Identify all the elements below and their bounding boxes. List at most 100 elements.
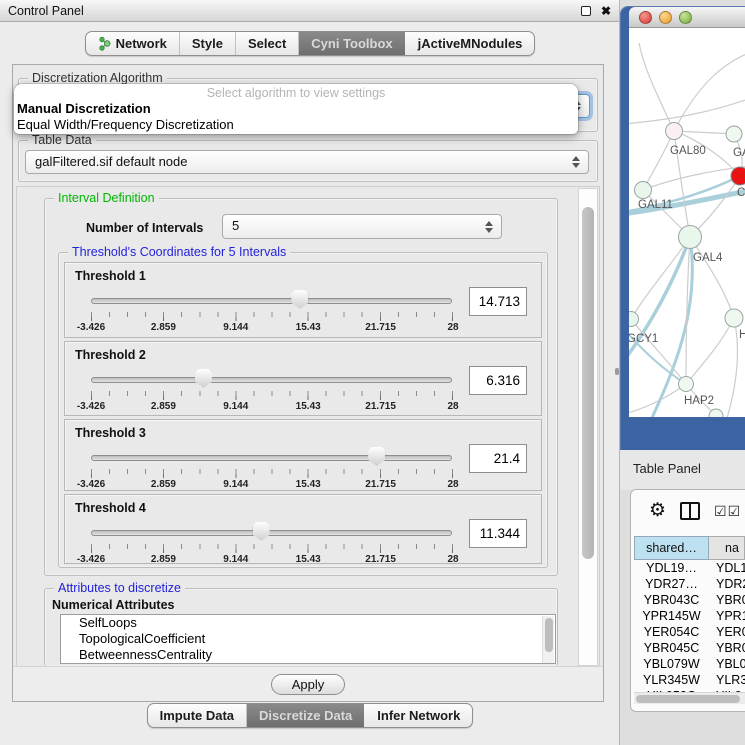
network-node-partial-top-right[interactable] — [726, 126, 742, 142]
settings-vertical-scrollbar[interactable] — [578, 188, 598, 666]
split-columns-icon[interactable] — [680, 502, 700, 520]
apply-button[interactable]: Apply — [271, 674, 346, 695]
gear-icon[interactable]: ⚙ — [649, 501, 666, 521]
table-cell[interactable]: YLR345W — [634, 672, 709, 688]
minimize-traffic-light[interactable] — [659, 11, 672, 24]
scrollbar-thumb[interactable] — [636, 695, 740, 703]
table-cell[interactable]: YER0 — [709, 624, 745, 640]
slider-track[interactable] — [91, 298, 452, 304]
table-row[interactable]: YDR27…YDR2 — [634, 576, 745, 592]
tick-label: -3.426 — [77, 401, 105, 412]
tab-infer-network[interactable]: Infer Network — [364, 704, 472, 727]
table-horizontal-scrollbar[interactable] — [634, 692, 745, 704]
table-cell[interactable]: YDL19… — [634, 560, 709, 576]
table-cell[interactable]: YBL079W — [634, 656, 709, 672]
scrollbar-thumb[interactable] — [545, 618, 553, 652]
panel-divider-handle[interactable] — [615, 368, 619, 375]
table-row[interactable]: YDL19…YDL1 — [634, 560, 745, 576]
table-cell[interactable]: YBL0 — [709, 656, 745, 672]
list-item[interactable]: TopologicalCoefficient — [61, 631, 555, 647]
node-label-partial: GA — [733, 147, 745, 159]
table-cell[interactable]: YBR0 — [709, 592, 745, 608]
list-vertical-scrollbar[interactable] — [542, 616, 554, 664]
slider-thumb[interactable] — [291, 290, 308, 309]
table-cell[interactable]: YDR27… — [634, 576, 709, 592]
table-cell[interactable]: YPR1 — [709, 608, 745, 624]
table-cell[interactable]: YBR0 — [709, 640, 745, 656]
close-traffic-light[interactable] — [639, 11, 652, 24]
slider-track[interactable] — [91, 455, 452, 461]
threshold-3-value-input[interactable] — [469, 444, 527, 473]
table-row[interactable]: YBL079WYBL0 — [634, 656, 745, 672]
table-cell[interactable]: YPR145W — [634, 608, 709, 624]
number-of-intervals-combobox[interactable]: 5 — [222, 214, 502, 239]
list-item[interactable]: SelfLoops — [61, 615, 555, 631]
threshold-1-slider[interactable]: -3.426 2.859 9.144 15.43 21.715 28 — [91, 289, 452, 333]
tab-select[interactable]: Select — [235, 32, 298, 55]
tab-network[interactable]: Network — [86, 32, 179, 55]
table-row[interactable]: YPR145WYPR1 — [634, 608, 745, 624]
threshold-4-panel: Threshold 4 -3.426 2.859 9.144 15.43 21.… — [64, 494, 542, 564]
column-header-name[interactable]: na — [709, 536, 745, 560]
threshold-4-slider[interactable]: -3.426 2.859 9.144 15.43 21.715 28 — [91, 521, 452, 565]
network-node-red-selected[interactable] — [731, 167, 745, 185]
network-canvas[interactable]: GAL80 GA C GAL11 GAL4 GCY1 H HAP2 — [629, 28, 745, 417]
apply-strip: Apply — [13, 666, 603, 701]
combo-arrows-icon — [485, 221, 493, 233]
close-icon[interactable]: ✖ — [601, 6, 611, 16]
control-panel: Control Panel ✖ Network — [0, 0, 620, 745]
tick-label: 21.715 — [365, 479, 396, 490]
table-row[interactable]: YBR043CYBR0 — [634, 592, 745, 608]
slider-track[interactable] — [91, 530, 452, 536]
slider-thumb[interactable] — [253, 522, 270, 541]
threshold-1-value-input[interactable] — [469, 287, 527, 316]
network-node-gal4[interactable] — [679, 226, 702, 249]
column-header-shared-name[interactable]: shared… — [634, 536, 709, 560]
network-node-gal80[interactable] — [666, 123, 683, 140]
table-header-row: shared… na — [634, 536, 745, 560]
slider-track[interactable] — [91, 377, 452, 383]
threshold-3-slider[interactable]: -3.426 2.859 9.144 15.43 21.715 28 — [91, 446, 452, 490]
network-node-gal11[interactable] — [635, 182, 652, 199]
list-item[interactable]: BetweennessCentrality — [61, 647, 555, 663]
table-cell[interactable]: YDL1 — [709, 560, 745, 576]
table-row[interactable]: YBR045CYBR0 — [634, 640, 745, 656]
node-label-hap2: HAP2 — [684, 395, 714, 407]
slider-thumb[interactable] — [195, 369, 212, 388]
slider-thumb[interactable] — [368, 447, 385, 466]
tick-label: 2.859 — [151, 479, 176, 490]
table-row[interactable]: YER054CYER0 — [634, 624, 745, 640]
tab-impute-data[interactable]: Impute Data — [148, 704, 246, 727]
tab-discretize-data[interactable]: Discretize Data — [246, 704, 364, 727]
network-node-hap2[interactable] — [679, 377, 694, 392]
combo-value: galFiltered.sif default node — [35, 154, 187, 169]
dropdown-option-manual-discretization[interactable]: Manual Discretization — [14, 101, 578, 117]
zoom-traffic-light[interactable] — [679, 11, 692, 24]
table-rows: YDL19…YDL1 YDR27…YDR2 YBR043CYBR0 YPR145… — [634, 560, 745, 693]
table-cell[interactable]: YLR3 — [709, 672, 745, 688]
table-cell[interactable]: YBR043C — [634, 592, 709, 608]
tab-jactivemnodules[interactable]: jActiveMNodules — [405, 32, 535, 55]
float-window-icon[interactable] — [581, 6, 591, 16]
numerical-attributes-list[interactable]: SelfLoops TopologicalCoefficient Between… — [60, 614, 556, 664]
threshold-2-value-input[interactable] — [469, 366, 527, 395]
tick-label: 2.859 — [151, 322, 176, 333]
tab-style[interactable]: Style — [179, 32, 235, 55]
slider-tick-labels: -3.426 2.859 9.144 15.43 21.715 28 — [91, 554, 453, 566]
table-data-combobox[interactable]: galFiltered.sif default node — [25, 150, 589, 174]
threshold-4-value-input[interactable] — [469, 519, 527, 548]
table-cell[interactable]: YER054C — [634, 624, 709, 640]
scrollbar-thumb[interactable] — [582, 207, 594, 559]
network-node-h[interactable] — [725, 309, 743, 327]
network-window-titlebar — [629, 7, 745, 28]
column-checkboxes-icon[interactable]: ☑☑ — [714, 503, 741, 520]
table-cell[interactable]: YDR2 — [709, 576, 745, 592]
group-label: Threshold's Coordinates for 5 Intervals — [68, 245, 290, 259]
table-cell[interactable]: YBR045C — [634, 640, 709, 656]
network-node-gcy1[interactable] — [629, 312, 639, 327]
network-icon — [98, 36, 111, 51]
tab-cyni-toolbox[interactable]: Cyni Toolbox — [298, 32, 404, 55]
threshold-2-slider[interactable]: -3.426 2.859 9.144 15.43 21.715 28 — [91, 368, 452, 412]
table-row[interactable]: YLR345WYLR3 — [634, 672, 745, 688]
dropdown-option-equal-width-frequency[interactable]: Equal Width/Frequency Discretization — [14, 117, 578, 133]
